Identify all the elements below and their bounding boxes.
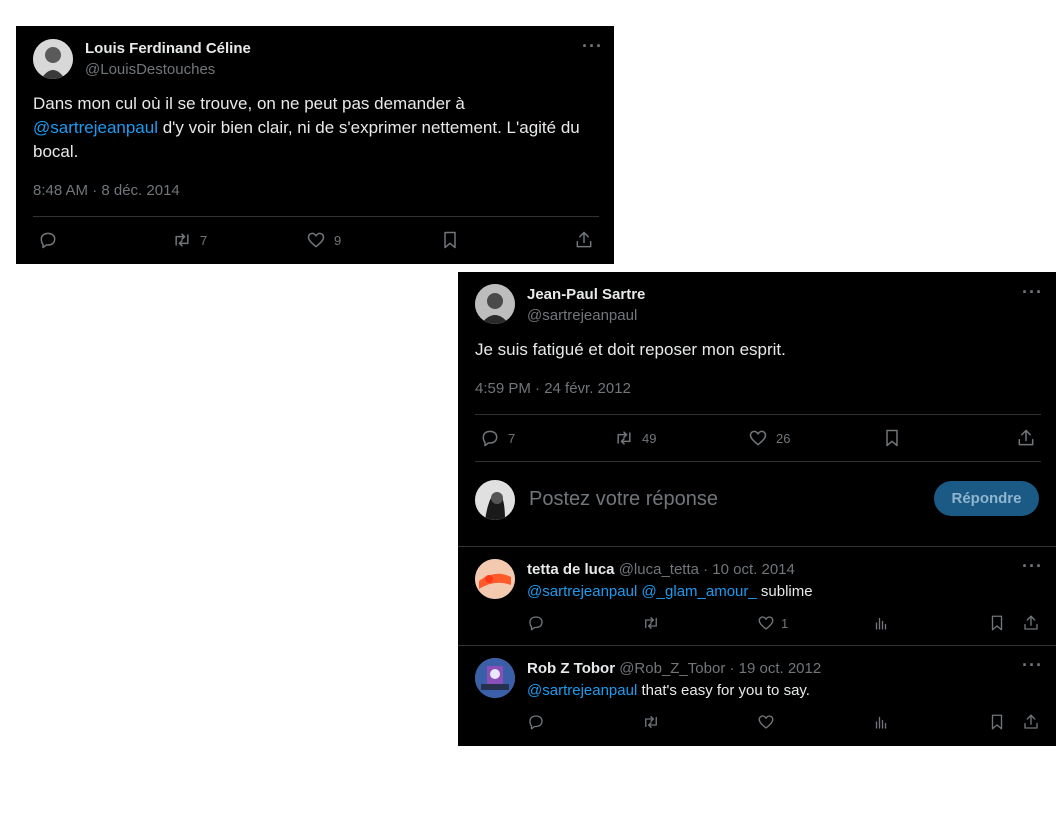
reply-author-name[interactable]: tetta de luca — [527, 561, 615, 578]
reply-text-fragment: that's easy for you to say. — [637, 682, 810, 699]
reply-button[interactable] — [38, 230, 58, 250]
bookmark-button[interactable] — [988, 713, 1006, 731]
mention-link[interactable]: @sartrejeanpaul — [527, 682, 637, 699]
bookmark-button[interactable] — [988, 614, 1006, 632]
like-button[interactable]: 9 — [306, 230, 341, 250]
reply-header: tetta de luca @luca_tetta · 10 oct. 2014 — [527, 561, 795, 578]
timestamp[interactable]: 4:59 PM · 24 févr. 2012 — [475, 380, 631, 397]
avatar-reply-rob[interactable] — [475, 658, 515, 698]
divider — [33, 216, 599, 217]
like-count: 9 — [334, 232, 342, 248]
share-button[interactable] — [1016, 428, 1036, 448]
reply-text: @sartrejeanpaul @_glam_amour_ sublime — [527, 583, 813, 600]
author-name[interactable]: Louis Ferdinand Céline — [85, 40, 251, 57]
tweet-text-line: Dans mon cul où il se trouve, on ne peut… — [33, 94, 465, 113]
analytics-icon — [875, 716, 887, 729]
avatar-current-user[interactable] — [475, 480, 515, 520]
author-handle[interactable]: @LouisDestouches — [85, 61, 215, 78]
retweet-button[interactable]: 7 — [172, 230, 207, 250]
reply-icon — [40, 232, 56, 249]
retweet-icon — [617, 431, 631, 445]
tweet-card-sartre: Jean-Paul Sartre @sartrejeanpaul ··· Je … — [458, 272, 1056, 746]
author-name[interactable]: Jean-Paul Sartre — [527, 286, 645, 303]
avatar-sartre[interactable] — [475, 284, 515, 324]
share-icon — [1024, 714, 1038, 729]
like-button[interactable]: 1 — [757, 614, 788, 632]
avatar-celine[interactable] — [33, 39, 73, 79]
more-icon[interactable]: ··· — [1022, 556, 1043, 577]
analytics-icon — [875, 617, 887, 630]
like-count: 26 — [776, 430, 791, 446]
retweet-icon — [645, 617, 657, 629]
tweet-text-line: bocal. — [33, 142, 79, 161]
tweet-text-fragment: d'y voir bien clair, ni de s'exprimer ne… — [158, 118, 580, 137]
views-button[interactable] — [872, 614, 890, 632]
reply-handle-date[interactable]: @Rob_Z_Tobor · 19 oct. 2012 — [615, 660, 821, 677]
bookmark-icon — [991, 714, 1003, 730]
like-count: 1 — [781, 615, 789, 631]
retweet-button[interactable] — [642, 713, 660, 731]
bookmark-icon — [444, 231, 456, 249]
bookmark-button[interactable] — [440, 230, 460, 250]
timestamp[interactable]: 8:48 AM · 8 déc. 2014 — [33, 182, 180, 199]
avatar-reply-tetta[interactable] — [475, 559, 515, 599]
share-icon — [576, 231, 592, 248]
reply-icon — [529, 715, 543, 730]
retweet-count: 49 — [642, 430, 657, 446]
heart-icon — [307, 232, 325, 248]
tweet-text: Dans mon cul où il se trouve, on ne peut… — [33, 92, 603, 164]
retweet-icon — [645, 716, 657, 728]
share-button[interactable] — [1022, 614, 1040, 632]
share-icon — [1018, 429, 1034, 446]
mention-link[interactable]: @sartrejeanpaul @_glam_amour_ — [527, 583, 757, 600]
share-button[interactable] — [1022, 713, 1040, 731]
reply-icon — [482, 430, 498, 447]
heart-icon — [758, 616, 774, 630]
tweet-text-line: @sartrejeanpaul d'y voir bien clair, ni … — [33, 116, 603, 140]
reply-text-fragment: sublime — [756, 583, 813, 600]
reply-handle-date[interactable]: @luca_tetta · 10 oct. 2014 — [615, 561, 795, 578]
retweet-button[interactable] — [642, 614, 660, 632]
reply-count: 7 — [508, 430, 516, 446]
views-button[interactable] — [872, 713, 890, 731]
mention-link[interactable]: @sartrejeanpaul — [33, 118, 158, 137]
retweet-count: 7 — [200, 232, 208, 248]
reply-input[interactable]: Postez votre réponse — [529, 488, 718, 511]
retweet-button[interactable]: 49 — [614, 428, 656, 448]
more-icon[interactable]: ··· — [1022, 655, 1043, 676]
more-icon[interactable]: ··· — [1022, 282, 1043, 303]
reply-submit-button[interactable]: Répondre — [934, 481, 1039, 516]
like-button[interactable]: 26 — [748, 428, 790, 448]
divider — [458, 546, 1056, 547]
like-button[interactable] — [757, 713, 775, 731]
reply-text: @sartrejeanpaul that's easy for you to s… — [527, 682, 810, 699]
heart-icon — [749, 430, 767, 446]
tweet-card-celine: Louis Ferdinand Céline @LouisDestouches … — [16, 26, 614, 264]
divider — [458, 645, 1056, 646]
reply-icon — [529, 616, 543, 631]
bookmark-icon — [886, 429, 898, 447]
share-button[interactable] — [574, 230, 594, 250]
more-icon[interactable]: ··· — [582, 36, 603, 57]
reply-button[interactable] — [527, 614, 545, 632]
reply-button[interactable]: 7 — [480, 428, 515, 448]
retweet-icon — [175, 233, 189, 247]
share-icon — [1024, 615, 1038, 630]
heart-icon — [758, 715, 774, 729]
reply-author-name[interactable]: Rob Z Tobor — [527, 660, 615, 677]
bookmark-icon — [991, 615, 1003, 631]
divider — [475, 414, 1041, 415]
tweet-text: Je suis fatigué et doit reposer mon espr… — [475, 340, 786, 359]
divider — [475, 461, 1041, 462]
bookmark-button[interactable] — [882, 428, 902, 448]
reply-button[interactable] — [527, 713, 545, 731]
reply-header: Rob Z Tobor @Rob_Z_Tobor · 19 oct. 2012 — [527, 660, 821, 677]
author-handle[interactable]: @sartrejeanpaul — [527, 307, 637, 324]
